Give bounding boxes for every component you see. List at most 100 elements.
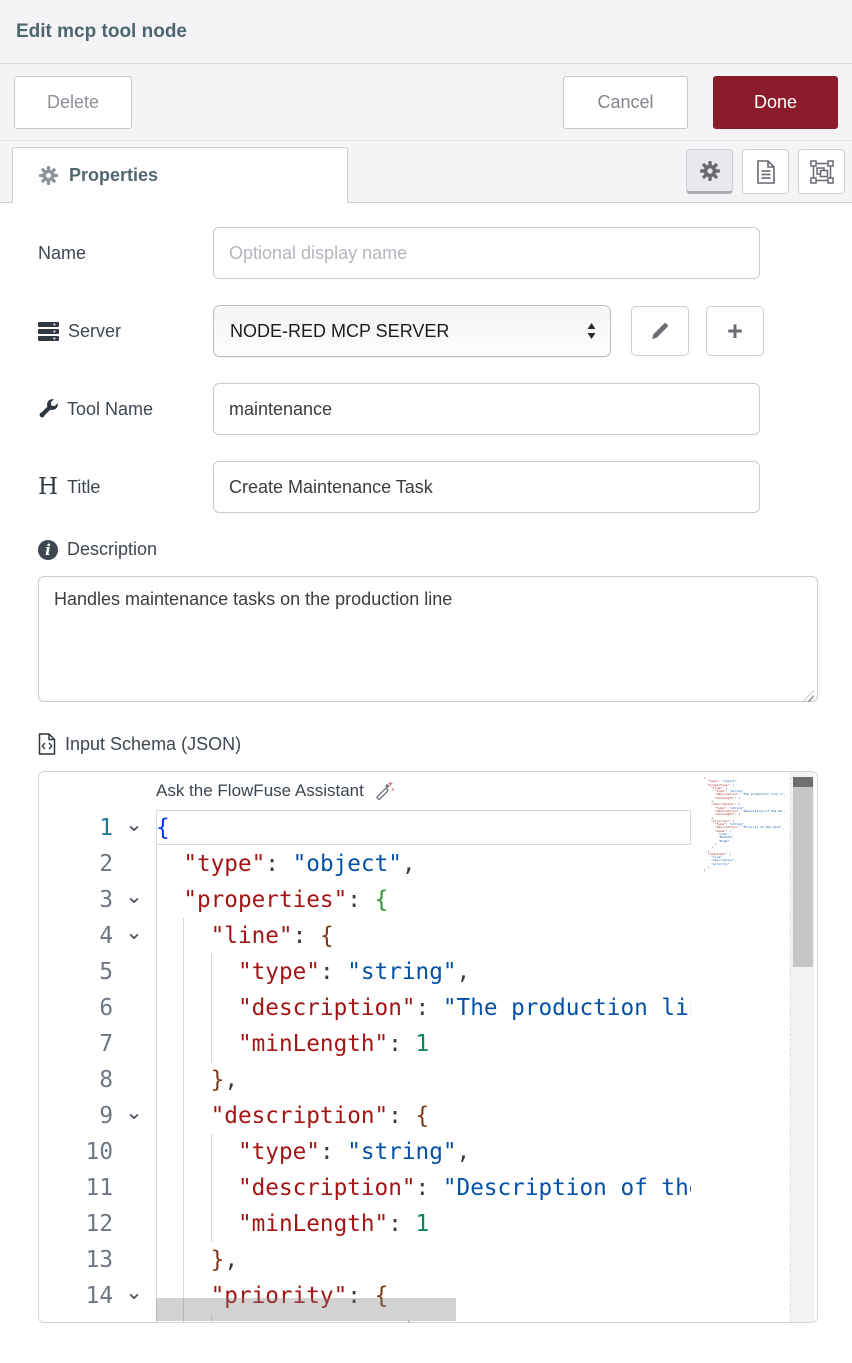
assistant-prompt[interactable]: Ask the FlowFuse Assistant <box>156 772 395 810</box>
minimap[interactable]: { "type": "object", "properties": { "lin… <box>704 777 788 873</box>
delete-button[interactable]: Delete <box>14 76 132 129</box>
server-select-value: NODE-RED MCP SERVER <box>230 321 449 342</box>
heading-icon: H <box>38 476 58 499</box>
line-number: 12 <box>39 1206 113 1242</box>
code-text: "properties": { <box>156 882 691 918</box>
code-text: "type": "string", <box>156 1134 691 1170</box>
wrench-icon <box>38 399 58 419</box>
name-label: Name <box>38 243 213 264</box>
code-file-icon <box>38 733 56 755</box>
pencil-icon <box>651 322 669 340</box>
fold-chevron-icon[interactable]: ⌄ <box>121 878 147 914</box>
properties-tab-button[interactable] <box>686 149 733 194</box>
magic-wand-icon <box>373 780 395 802</box>
name-input[interactable] <box>213 227 760 279</box>
appearance-icon <box>810 160 834 184</box>
code-text: "minLength": 1 <box>156 1206 691 1242</box>
tab-properties[interactable]: Properties <box>12 147 348 203</box>
code-line[interactable]: 4⌄ "line": { <box>39 918 817 954</box>
gear-icon <box>700 161 720 181</box>
tool-name-row: Tool Name <box>38 383 818 435</box>
input-schema-label: Input Schema (JSON) <box>38 733 818 755</box>
line-number: 10 <box>39 1134 113 1170</box>
server-icon <box>38 322 59 341</box>
fold-chevron-icon[interactable]: ⌄ <box>121 914 147 950</box>
server-select[interactable]: NODE-RED MCP SERVER <box>213 305 611 357</box>
tab-bar: Properties <box>0 141 852 203</box>
code-text: "description": "The production line n <box>156 990 691 1026</box>
code-line[interactable]: 11 "description": "Description of the ma <box>39 1170 817 1206</box>
code-line[interactable]: 5 "type": "string", <box>39 954 817 990</box>
description-tab-button[interactable] <box>742 149 789 194</box>
vertical-scrollbar[interactable] <box>790 772 814 1322</box>
line-number: 15 <box>39 1314 113 1323</box>
code-lines[interactable]: 1⌄{2 "type": "object",3⌄ "properties": {… <box>39 810 817 1323</box>
code-line[interactable]: 13 }, <box>39 1242 817 1278</box>
code-line[interactable]: 3⌄ "properties": { <box>39 882 817 918</box>
code-line[interactable]: 2 "type": "object", <box>39 846 817 882</box>
editor-tab-buttons <box>686 149 845 194</box>
code-text: }, <box>156 1242 691 1278</box>
line-number: 7 <box>39 1026 113 1062</box>
code-line[interactable]: 1⌄{ <box>39 810 817 846</box>
add-server-button[interactable]: + <box>706 306 764 356</box>
code-line[interactable]: 10 "type": "string", <box>39 1134 817 1170</box>
select-arrows-icon <box>587 323 596 339</box>
edit-server-button[interactable] <box>631 306 689 356</box>
code-line[interactable]: 8 }, <box>39 1062 817 1098</box>
assistant-label: Ask the FlowFuse Assistant <box>156 781 364 801</box>
line-number: 13 <box>39 1242 113 1278</box>
code-text: { <box>156 810 691 846</box>
button-bar: Delete Cancel Done <box>0 64 852 141</box>
vertical-scrollbar-thumb[interactable] <box>793 777 813 967</box>
code-text: "line": { <box>156 918 691 954</box>
line-number: 2 <box>39 846 113 882</box>
line-number: 8 <box>39 1062 113 1098</box>
description-textarea[interactable]: Handles maintenance tasks on the product… <box>38 576 818 702</box>
title-input[interactable] <box>213 461 760 513</box>
fold-chevron-icon[interactable]: ⌄ <box>121 1094 147 1130</box>
code-text: }, <box>156 1062 691 1098</box>
line-number: 4 <box>39 918 113 954</box>
document-icon <box>756 160 776 184</box>
code-text: "minLength": 1 <box>156 1026 691 1062</box>
code-line[interactable]: 9⌄ "description": { <box>39 1098 817 1134</box>
appearance-tab-button[interactable] <box>798 149 845 194</box>
line-number: 9 <box>39 1098 113 1134</box>
line-number: 14 <box>39 1278 113 1314</box>
title-label: H Title <box>38 476 213 499</box>
json-editor[interactable]: Ask the FlowFuse Assistant 1⌄{2 "type": … <box>38 771 818 1323</box>
line-number: 3 <box>39 882 113 918</box>
fold-chevron-icon[interactable]: ⌄ <box>121 806 147 842</box>
line-number: 1 <box>39 810 113 846</box>
code-text: "type": "string", <box>156 954 691 990</box>
plus-icon: + <box>727 316 743 347</box>
code-line[interactable]: 7 "minLength": 1 <box>39 1026 817 1062</box>
server-label: Server <box>38 321 213 342</box>
line-number: 5 <box>39 954 113 990</box>
name-row: Name <box>38 227 818 279</box>
dialog-header: Edit mcp tool node <box>0 0 852 64</box>
description-wrap: Handles maintenance tasks on the product… <box>38 576 818 707</box>
fold-chevron-icon[interactable]: ⌄ <box>121 1274 147 1310</box>
code-line[interactable]: 6 "description": "The production line n <box>39 990 817 1026</box>
info-icon: i <box>38 540 58 560</box>
cancel-button[interactable]: Cancel <box>563 76 688 129</box>
horizontal-scrollbar-thumb[interactable] <box>156 1298 456 1321</box>
code-text: "description": { <box>156 1098 691 1134</box>
tool-name-label: Tool Name <box>38 399 213 420</box>
description-label: i Description <box>38 539 818 560</box>
line-number: 6 <box>39 990 113 1026</box>
line-number: 11 <box>39 1170 113 1206</box>
dialog-title: Edit mcp tool node <box>16 21 187 43</box>
tab-properties-label: Properties <box>69 165 158 186</box>
minimap-content: { "type": "object", "properties": { "lin… <box>704 777 788 873</box>
scrollbar-decoration <box>793 777 813 787</box>
server-row: Server NODE-RED MCP SERVER + <box>38 305 818 357</box>
code-line[interactable]: 12 "minLength": 1 <box>39 1206 817 1242</box>
tool-name-input[interactable] <box>213 383 760 435</box>
properties-panel: Name Server <box>0 203 852 1323</box>
gear-icon <box>39 166 58 185</box>
done-button[interactable]: Done <box>713 76 838 129</box>
code-text: "description": "Description of the ma <box>156 1170 691 1206</box>
